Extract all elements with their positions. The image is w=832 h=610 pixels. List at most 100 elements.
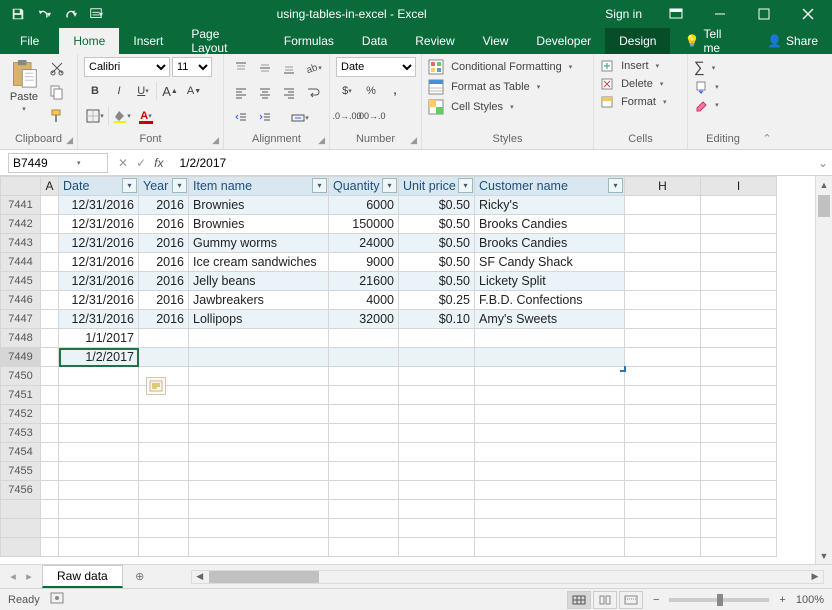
cell[interactable]: [189, 500, 329, 519]
alignment-launcher-icon[interactable]: ◢: [318, 135, 325, 146]
row-header[interactable]: 7452: [1, 405, 41, 424]
name-box-input[interactable]: [13, 156, 73, 170]
tab-insert[interactable]: Insert: [119, 28, 177, 54]
table-header-quantity[interactable]: Quantity▾: [329, 177, 399, 196]
cell[interactable]: [41, 291, 59, 310]
cell[interactable]: [701, 481, 777, 500]
sign-in-link[interactable]: Sign in: [595, 7, 652, 21]
cell[interactable]: [475, 443, 625, 462]
row-header[interactable]: 7455: [1, 462, 41, 481]
cell[interactable]: $0.50: [399, 253, 475, 272]
conditional-formatting-button[interactable]: Conditional Formatting ▾: [428, 59, 572, 75]
cell[interactable]: [329, 424, 399, 443]
delete-cells-button[interactable]: Delete ▾: [600, 77, 666, 91]
format-as-table-button[interactable]: Format as Table ▾: [428, 79, 572, 95]
cell[interactable]: Ice cream sandwiches: [189, 253, 329, 272]
cell[interactable]: Brownies: [189, 196, 329, 215]
decrease-indent-button[interactable]: [230, 107, 252, 129]
cell[interactable]: [329, 405, 399, 424]
cell[interactable]: Brooks Candies: [475, 215, 625, 234]
cell[interactable]: [41, 348, 59, 367]
cell[interactable]: [41, 462, 59, 481]
tab-formulas[interactable]: Formulas: [270, 28, 348, 54]
cell[interactable]: [189, 386, 329, 405]
filter-button[interactable]: ▾: [312, 178, 327, 193]
cell[interactable]: 12/31/2016: [59, 272, 139, 291]
cell[interactable]: [701, 367, 777, 386]
filter-button[interactable]: ▾: [382, 178, 397, 193]
font-launcher-icon[interactable]: ◢: [212, 135, 219, 146]
cell[interactable]: [189, 538, 329, 557]
cell[interactable]: [475, 481, 625, 500]
scroll-thumb[interactable]: [818, 195, 830, 217]
align-left-button[interactable]: [230, 82, 252, 104]
cell[interactable]: [701, 253, 777, 272]
cell[interactable]: [399, 424, 475, 443]
cancel-edit-button[interactable]: ✕: [118, 156, 128, 170]
cell[interactable]: [399, 329, 475, 348]
cell[interactable]: [475, 386, 625, 405]
cell[interactable]: Amy's Sweets: [475, 310, 625, 329]
cell[interactable]: [59, 405, 139, 424]
cell[interactable]: $0.50: [399, 234, 475, 253]
cell[interactable]: 1/2/2017: [59, 348, 139, 367]
cell[interactable]: [41, 234, 59, 253]
cell[interactable]: [701, 329, 777, 348]
row-header[interactable]: 7445: [1, 272, 41, 291]
cell[interactable]: [41, 424, 59, 443]
cell[interactable]: [329, 519, 399, 538]
accounting-format-button[interactable]: $▾: [336, 80, 358, 102]
cell[interactable]: 12/31/2016: [59, 253, 139, 272]
font-size-select[interactable]: 11: [172, 57, 212, 77]
align-top-button[interactable]: [230, 57, 252, 79]
cell[interactable]: [139, 424, 189, 443]
tab-data[interactable]: Data: [348, 28, 401, 54]
undo-button[interactable]: ▾: [32, 3, 56, 25]
close-button[interactable]: [788, 0, 828, 28]
wrap-text-button[interactable]: [302, 82, 324, 104]
cell[interactable]: [475, 500, 625, 519]
customize-qat-button[interactable]: ▾: [84, 3, 108, 25]
cell[interactable]: Lickety Split: [475, 272, 625, 291]
cell[interactable]: [475, 538, 625, 557]
number-format-select[interactable]: Date: [336, 57, 416, 77]
formula-input[interactable]: [173, 153, 814, 173]
insert-function-button[interactable]: fx: [154, 156, 163, 170]
column-header-h[interactable]: H: [625, 177, 701, 196]
row-header[interactable]: 7451: [1, 386, 41, 405]
cell[interactable]: [59, 538, 139, 557]
cell[interactable]: [59, 462, 139, 481]
table-header-year[interactable]: Year▾: [139, 177, 189, 196]
cell[interactable]: [139, 443, 189, 462]
cell[interactable]: [701, 462, 777, 481]
name-box-dropdown-icon[interactable]: ▾: [77, 159, 81, 167]
cell[interactable]: [139, 481, 189, 500]
cell[interactable]: [701, 443, 777, 462]
cell[interactable]: [399, 462, 475, 481]
cell[interactable]: [399, 481, 475, 500]
cell[interactable]: 21600: [329, 272, 399, 291]
cell[interactable]: [399, 386, 475, 405]
cell[interactable]: [701, 196, 777, 215]
cell[interactable]: [41, 538, 59, 557]
column-header-a[interactable]: A: [41, 177, 59, 196]
vertical-scrollbar[interactable]: ▲ ▼: [815, 176, 832, 564]
table-header-date[interactable]: Date▾: [59, 177, 139, 196]
cell[interactable]: [625, 215, 701, 234]
cell[interactable]: 9000: [329, 253, 399, 272]
hscroll-thumb[interactable]: [209, 571, 319, 583]
zoom-slider[interactable]: [669, 598, 769, 602]
cell[interactable]: [625, 291, 701, 310]
cell[interactable]: 2016: [139, 291, 189, 310]
cell[interactable]: 2016: [139, 272, 189, 291]
cell[interactable]: 12/31/2016: [59, 196, 139, 215]
cell-styles-button[interactable]: Cell Styles ▾: [428, 99, 572, 115]
cell[interactable]: [475, 405, 625, 424]
cell[interactable]: [399, 538, 475, 557]
cell[interactable]: [701, 538, 777, 557]
cell[interactable]: [329, 462, 399, 481]
cell[interactable]: 6000: [329, 196, 399, 215]
zoom-in-button[interactable]: +: [779, 594, 785, 606]
cell[interactable]: 12/31/2016: [59, 291, 139, 310]
cell[interactable]: [625, 367, 701, 386]
